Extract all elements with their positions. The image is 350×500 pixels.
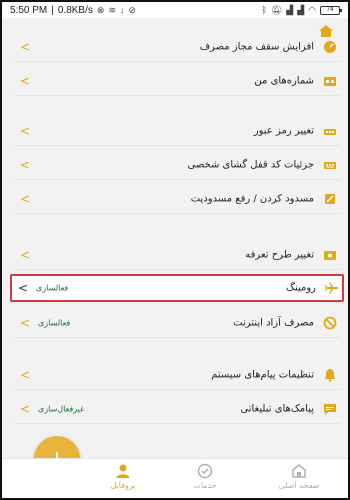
- menu-item-label: رومینگ: [286, 282, 316, 294]
- home-icon: [292, 464, 306, 478]
- nav-home-label: صفحه اصلی: [278, 481, 320, 490]
- bell-icon: [322, 367, 338, 383]
- ad-sms-status-value[interactable]: غیرفعال‌سازی: [38, 404, 84, 413]
- download-icon: ↓: [119, 5, 125, 15]
- menu-item-ad-sms[interactable]: < غیرفعال‌سازی پیامک‌های تبلیغاتی: [14, 394, 340, 424]
- bottom-nav: صفحه اصلی خدمات پروفایل: [2, 458, 348, 498]
- keypad-icon: [322, 157, 338, 173]
- chevron-left-icon: <: [20, 73, 31, 88]
- speedometer-icon: [322, 39, 338, 55]
- services-icon: [197, 463, 213, 479]
- chevron-left-icon: <: [20, 123, 31, 138]
- chevron-left-icon: <: [20, 315, 31, 330]
- nav-profile-label: پروفایل: [110, 481, 136, 490]
- menu-item-block-unblock[interactable]: < مسدود کردن / رفع مسدودیت: [14, 184, 340, 214]
- menu-item-label: پیامک‌های تبلیغاتی: [240, 403, 314, 414]
- menu-item-label: مصرف آزاد اینترنت: [233, 317, 314, 328]
- menu-item-my-numbers[interactable]: < شماره‌های من: [14, 66, 340, 96]
- profile-menu: < افزایش سقف مجاز مصرف < شماره‌های من < …: [2, 18, 348, 460]
- message-icon: [322, 401, 338, 417]
- chevron-left-icon: <: [18, 281, 29, 295]
- airplane-icon: [324, 280, 340, 296]
- status-separator: |: [51, 4, 54, 16]
- nav-services[interactable]: خدمات: [170, 463, 240, 490]
- profile-icon: [116, 464, 130, 478]
- chevron-left-icon: <: [20, 401, 31, 416]
- settings-dot-icon: ⊘: [128, 4, 137, 15]
- network-speed: 0.8KB/s: [57, 4, 93, 16]
- nav-home[interactable]: صفحه اصلی: [264, 463, 334, 490]
- menu-item-label: تغییر طرح تعرفه: [245, 249, 314, 260]
- key-icon: [322, 123, 338, 139]
- menu-item-label: جزئیات کد قفل گشای شخصی: [187, 159, 315, 170]
- no-limit-icon: [322, 315, 338, 331]
- chevron-left-icon: <: [20, 191, 31, 206]
- signal-icon: ▟: [286, 4, 294, 15]
- menu-item-increase-limit[interactable]: < افزایش سقف مجاز مصرف: [14, 32, 340, 62]
- free-internet-status-value[interactable]: فعالسازی: [38, 318, 70, 327]
- menu-item-label: افزایش سقف مجاز مصرف: [199, 41, 314, 52]
- menu-item-change-password[interactable]: < تغییر رمز عبور: [14, 116, 340, 146]
- menu-item-label: مسدود کردن / رفع مسدودیت: [190, 193, 314, 204]
- battery-icon: 74: [320, 5, 342, 15]
- menu-item-change-tariff[interactable]: < تغییر طرح تعرفه: [14, 240, 340, 270]
- roaming-status-value[interactable]: فعالسازی: [36, 284, 68, 293]
- bluetooth-icon: ᛒ: [261, 5, 267, 15]
- menu-item-free-internet[interactable]: < فعالسازی مصرف آزاد اینترنت: [14, 308, 340, 338]
- chevron-left-icon: <: [20, 157, 31, 172]
- signal-icon-2: ▟: [297, 4, 305, 15]
- chevron-left-icon: <: [20, 367, 31, 382]
- block-sim-icon: [322, 191, 338, 207]
- menu-item-roaming[interactable]: < فعالسازی رومینگ: [10, 274, 344, 302]
- nav-profile[interactable]: پروفایل: [88, 463, 158, 490]
- status-left: 5:50 PM | 0.8KB/s ⊗ ≋ ↓ ⊘: [10, 5, 136, 16]
- status-time: 5:50 PM: [10, 4, 48, 16]
- menu-item-label: تغییر رمز عبور: [253, 125, 314, 136]
- menu-item-puk-details[interactable]: < جزئیات کد قفل گشای شخصی: [14, 150, 340, 180]
- mute-icon: 🔕︎: [270, 4, 283, 15]
- data-saver-icon: ⊗: [96, 4, 105, 15]
- status-right: ᛒ 🔕︎ ▟ ▟ ◠ 74: [261, 4, 342, 16]
- chevron-left-icon: <: [20, 247, 31, 262]
- sim-cards-icon: [322, 73, 338, 89]
- status-bar: 5:50 PM | 0.8KB/s ⊗ ≋ ↓ ⊘ ᛒ 🔕︎ ▟ ▟ ◠ 74: [2, 2, 348, 18]
- wifi-off-icon: ≋: [108, 4, 116, 15]
- nav-services-label: خدمات: [193, 481, 217, 490]
- wifi-icon: ◠: [308, 4, 316, 15]
- menu-item-label: تنظیمات پیام‌های سیستم: [211, 369, 314, 380]
- tariff-icon: [322, 247, 338, 263]
- menu-item-label: شماره‌های من: [254, 75, 314, 86]
- chevron-left-icon: <: [20, 39, 31, 54]
- menu-item-system-messages[interactable]: < تنظیمات پیام‌های سیستم: [14, 360, 340, 390]
